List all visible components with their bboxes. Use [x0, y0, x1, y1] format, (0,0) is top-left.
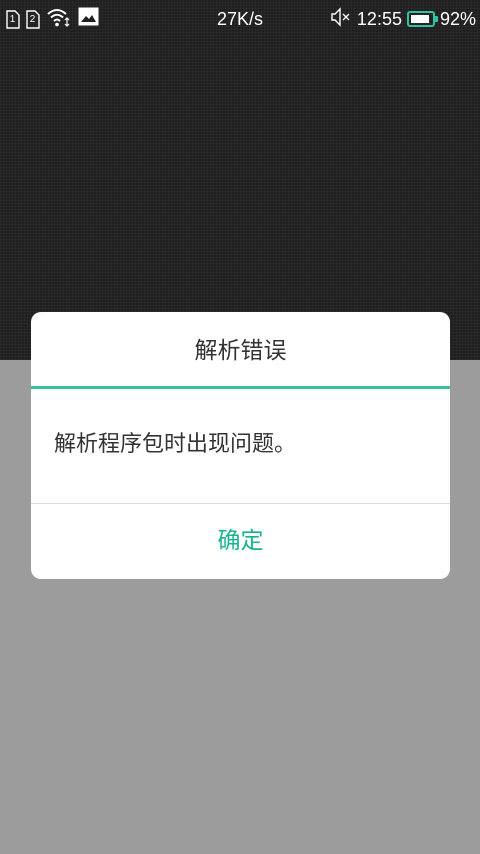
ok-button[interactable]: 确定: [31, 504, 450, 579]
sim2-icon: 2: [26, 9, 40, 29]
network-speed: 27K/s: [216, 9, 264, 29]
dialog-title: 解析错误: [194, 338, 287, 364]
wifi-icon: [46, 7, 72, 32]
battery-icon: [406, 11, 438, 27]
sim1-icon: 1: [6, 9, 20, 29]
status-left-icons: 1 2: [6, 7, 99, 32]
mute-icon: [330, 6, 352, 32]
battery-percent: 92%: [439, 8, 476, 29]
status-bar: 1 2 27K/s 12:55 92%: [0, 0, 480, 38]
error-dialog: 解析错误 解析程序包时出现问题。 确定: [31, 312, 450, 579]
screen: 1 2 27K/s 12:55 92% 解析错误 解析程序包时出现问题。 确定: [0, 0, 480, 854]
battery-tip: [434, 16, 438, 22]
background-activity: [0, 0, 480, 360]
sim1-label: 1: [9, 13, 16, 25]
title-divider: [31, 386, 450, 389]
image-notification-icon: [78, 7, 99, 31]
status-right-icons: 12:55 92%: [330, 6, 476, 32]
clock: 12:55: [356, 8, 402, 29]
dialog-message: 解析程序包时出现问题。: [54, 432, 297, 457]
sim2-label: 2: [29, 13, 36, 25]
battery-level: [410, 15, 430, 23]
